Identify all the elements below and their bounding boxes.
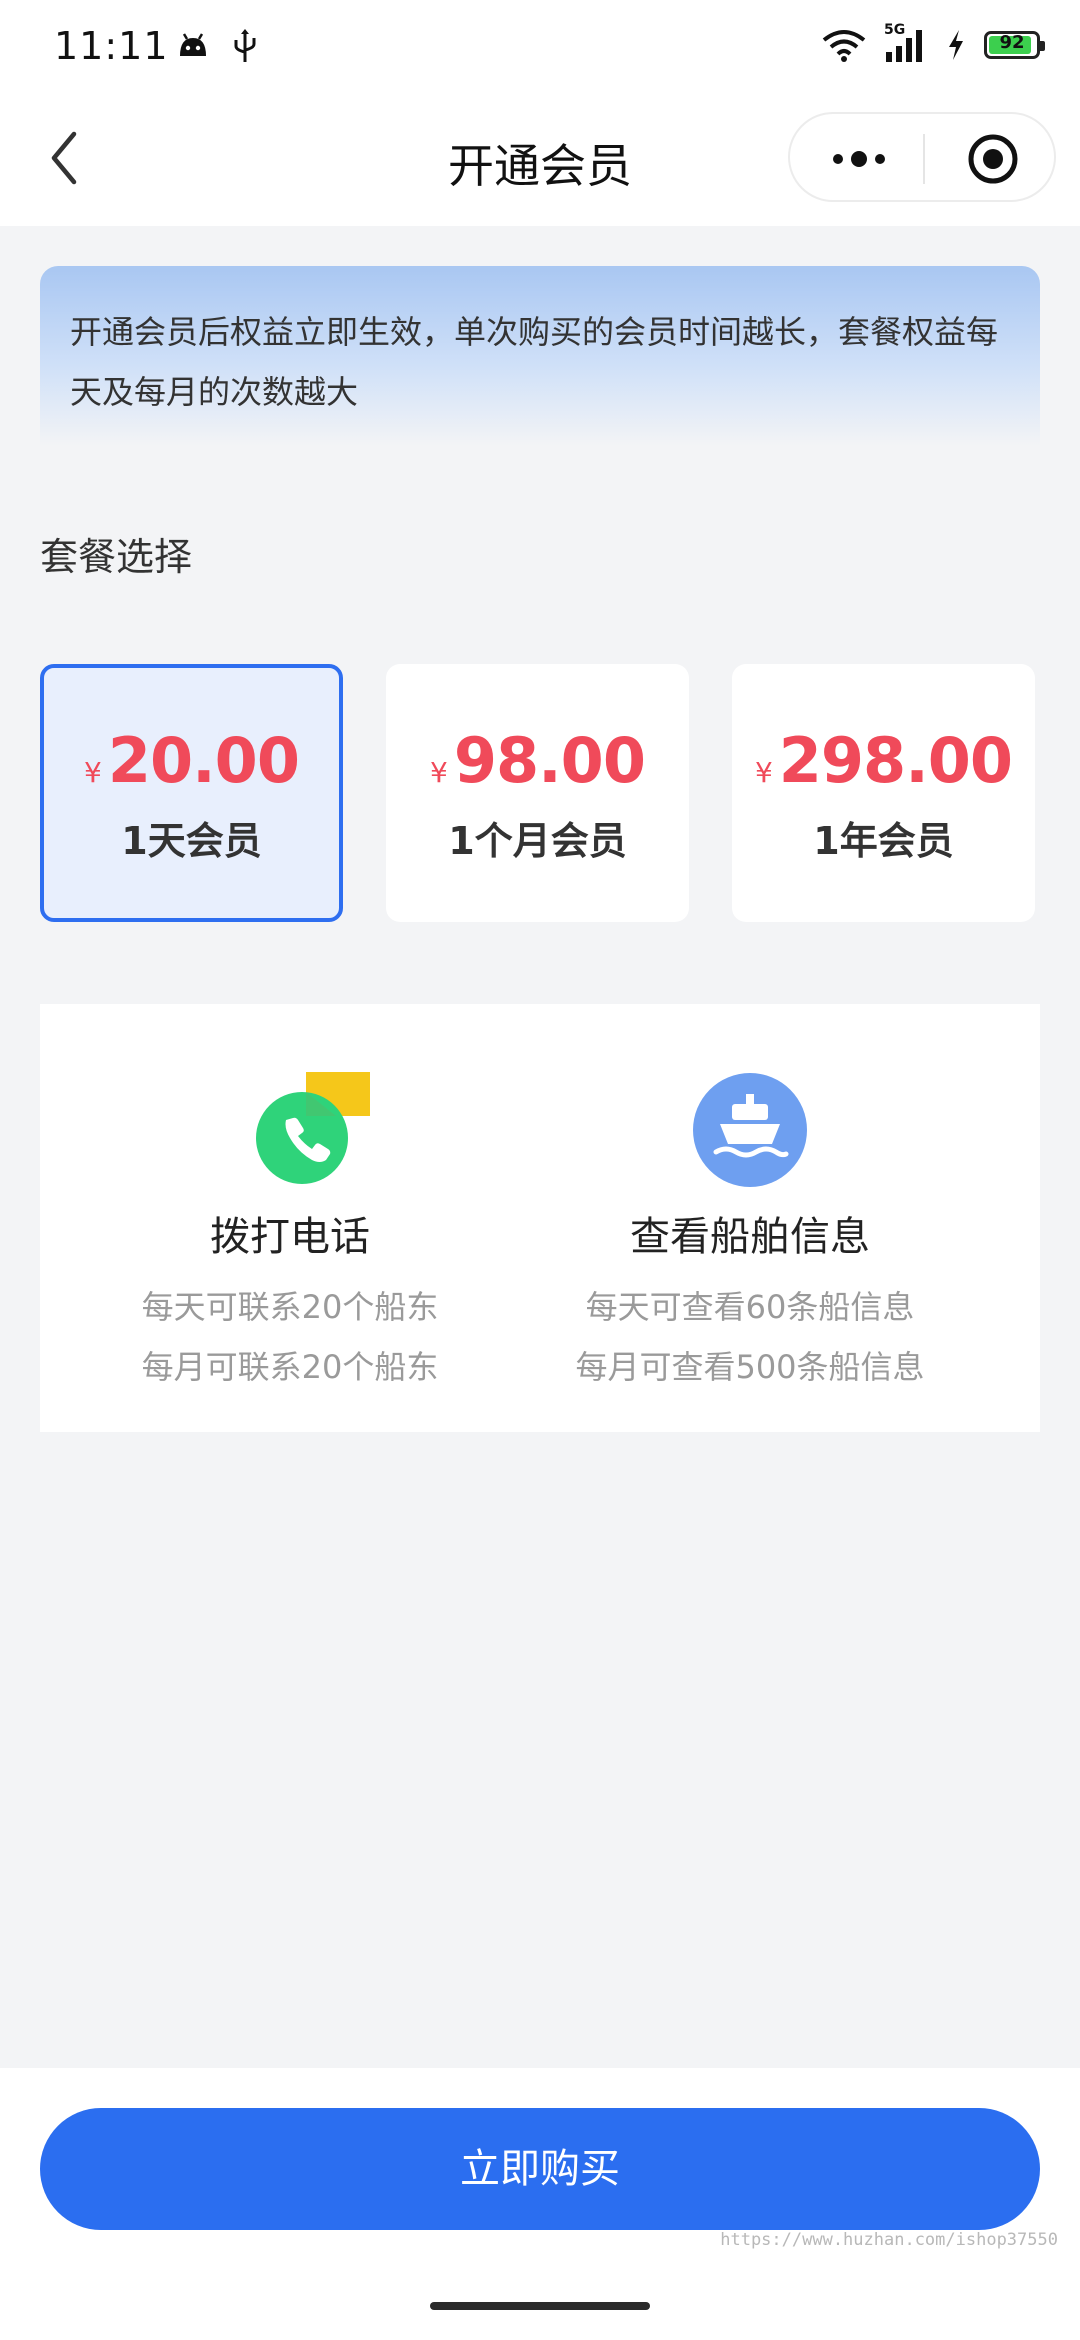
- phone-call-icon: [256, 1072, 370, 1184]
- bottom-bar: 立即购买 https://www.huzhan.com/ishop37550: [0, 2068, 1080, 2340]
- currency-symbol: ¥: [84, 756, 102, 789]
- benefit-monthly-limit: 每月可查看500条船信息: [575, 1348, 925, 1386]
- nav-bar: 开通会员: [0, 92, 1080, 226]
- plan-card-1-year[interactable]: ¥ 298.00 1年会员: [732, 664, 1035, 922]
- plan-list: ¥ 20.00 1天会员 ¥ 98.00 1个月会员 ¥ 298.00 1年会员: [40, 664, 1040, 922]
- notice-text: 开通会员后权益立即生效，单次购买的会员时间越长，套餐权益每天及每月的次数越大: [70, 313, 999, 411]
- currency-symbol: ¥: [754, 756, 773, 789]
- plan-price: 98.00: [453, 724, 646, 797]
- cellular-signal: 5G: [884, 22, 928, 64]
- charging-icon: [949, 30, 963, 60]
- plan-price-row: ¥ 298.00: [732, 724, 1035, 804]
- benefit-monthly-limit: 每月可联系20个船东: [141, 1348, 439, 1386]
- home-indicator[interactable]: [430, 2302, 650, 2310]
- close-circle-icon[interactable]: [966, 132, 1020, 186]
- benefit-daily-limit: 每天可查看60条船信息: [585, 1288, 915, 1326]
- plan-section-title: 套餐选择: [40, 535, 193, 579]
- watermark-text: https://www.huzhan.com/ishop37550: [720, 2230, 1058, 2250]
- status-time: 11:11: [54, 24, 169, 68]
- benefit-view-ship-info: 查看船舶信息 每天可查看60条船信息 每月可查看500条船信息: [500, 1004, 1000, 1432]
- cellular-signal-icon: [886, 30, 922, 62]
- ship-icon: [693, 1073, 807, 1187]
- benefits-panel: 拨打电话 每天可联系20个船东 每月可联系20个船东 查看船舶信息 每天可查看6…: [40, 1004, 1040, 1432]
- status-left-icons: [176, 28, 258, 64]
- benefit-phone-call: 拨打电话 每天可联系20个船东 每月可联系20个船东: [40, 1004, 540, 1432]
- battery-icon: 92: [984, 31, 1045, 59]
- battery-cap: [1040, 41, 1045, 51]
- plan-card-1-month[interactable]: ¥ 98.00 1个月会员: [386, 664, 689, 922]
- mini-program-capsule: [788, 112, 1056, 202]
- plan-price-row: ¥ 20.00: [44, 724, 339, 804]
- battery-level: 92: [999, 32, 1025, 53]
- plan-name: 1年会员: [813, 819, 954, 863]
- wifi-icon: [822, 30, 866, 62]
- status-bar: 11:11 5G 92: [0, 0, 1080, 92]
- status-right-icons: 5G 92: [822, 22, 1045, 64]
- plan-name: 1天会员: [121, 819, 262, 863]
- membership-notice: 开通会员后权益立即生效，单次购买的会员时间越长，套餐权益每天及每月的次数越大: [40, 266, 1040, 446]
- android-icon: [180, 33, 206, 56]
- plan-card-1-day[interactable]: ¥ 20.00 1天会员: [40, 664, 343, 922]
- plan-price: 20.00: [107, 724, 300, 797]
- currency-symbol: ¥: [430, 756, 448, 789]
- plan-price-row: ¥ 98.00: [386, 724, 689, 804]
- more-dots-icon[interactable]: [826, 136, 892, 182]
- benefit-daily-limit: 每天可联系20个船东: [141, 1288, 439, 1326]
- benefit-title: 查看船舶信息: [630, 1214, 870, 1260]
- capsule-divider: [923, 134, 925, 184]
- buy-now-button[interactable]: 立即购买: [40, 2108, 1040, 2230]
- benefit-title: 拨打电话: [210, 1214, 370, 1260]
- plan-name: 1个月会员: [448, 819, 627, 863]
- usb-icon: [234, 29, 256, 62]
- plan-price: 298.00: [778, 724, 1013, 797]
